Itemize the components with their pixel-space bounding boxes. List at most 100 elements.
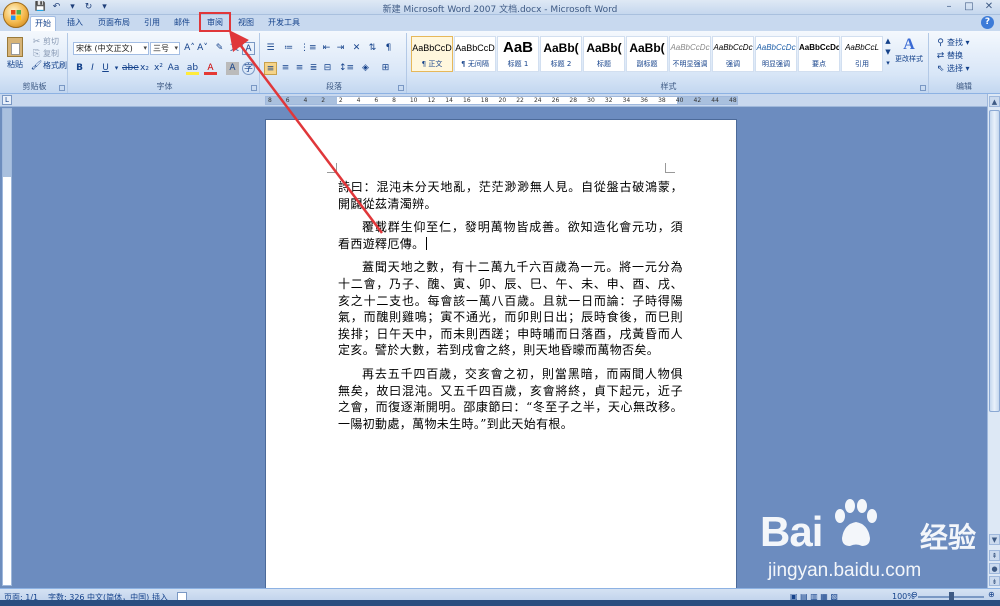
increase-indent-icon[interactable]: ⇥ — [334, 42, 347, 55]
ruler-tick-label: 16 — [463, 97, 471, 104]
editing-group-label: 编辑 — [956, 82, 972, 91]
shading-icon[interactable]: ◈ — [359, 62, 372, 75]
char-shading-icon[interactable]: A — [226, 62, 239, 75]
strikethrough-icon[interactable]: abe — [122, 62, 139, 75]
style-subtle-emphasis[interactable]: AaBbCcDc 不明显强调 — [669, 36, 711, 72]
style-title[interactable]: AaBb( 标题 — [583, 36, 625, 72]
ruler-tick-label: 40 — [675, 97, 684, 104]
tab-insert[interactable]: 插入 — [62, 16, 88, 31]
maximize-icon[interactable]: □ — [962, 1, 976, 13]
select-button[interactable]: ⇖ 选择 ▾ — [934, 63, 970, 75]
clipboard-group-label: 剪贴板 — [22, 82, 47, 91]
line-spacing-icon[interactable]: ↕≡ — [339, 62, 354, 75]
paste-button[interactable]: 粘贴 — [5, 35, 25, 71]
scroll-thumb[interactable] — [989, 110, 1000, 412]
document-page[interactable]: 詩曰：混沌未分天地亂，茫茫渺渺無人見。自從盤古破鴻蒙，開闢從茲清濁辨。 覆載群生… — [265, 119, 737, 588]
grow-font-icon[interactable]: A˄ — [183, 42, 196, 55]
font-color-icon[interactable]: A — [204, 62, 217, 75]
style-subtitle[interactable]: AaBb( 副标题 — [626, 36, 668, 72]
style-heading-2[interactable]: AaBb( 标题 2 — [540, 36, 582, 72]
office-button[interactable] — [3, 2, 29, 28]
ruler-tick-label: 44 — [711, 97, 719, 104]
tab-mailings[interactable]: 邮件 — [170, 16, 194, 31]
show-marks-icon[interactable]: ¶ — [382, 42, 395, 55]
style-emphasis[interactable]: AaBbCcDc 强调 — [712, 36, 754, 72]
bold-icon[interactable]: B — [73, 62, 86, 75]
ruler-tick-label: 8 — [268, 97, 272, 104]
close-icon[interactable]: ✕ — [982, 1, 996, 13]
scroll-down-icon[interactable]: ▼ — [989, 534, 1000, 545]
justify-icon[interactable]: ≣ — [307, 62, 320, 75]
clipboard-launcher-icon[interactable] — [59, 85, 65, 91]
chevron-down-icon: ▾ — [143, 44, 147, 52]
ruler-tick-label: 4 — [303, 97, 308, 104]
superscript-icon[interactable]: x² — [152, 62, 165, 75]
change-case-icon[interactable]: Aa — [167, 62, 180, 75]
style-quote[interactable]: AaBbCcL 引用 — [841, 36, 883, 72]
tab-home[interactable]: 开始 — [30, 16, 56, 31]
sort-icon[interactable]: ⇅ — [366, 42, 379, 55]
align-right-icon[interactable]: ≡ — [293, 62, 306, 75]
align-center-icon[interactable]: ≡ — [279, 62, 292, 75]
style-normal[interactable]: AaBbCcD ¶ 正文 — [411, 36, 453, 72]
tab-references[interactable]: 引用 — [140, 16, 164, 31]
char-border-icon[interactable]: A — [242, 42, 255, 55]
style-strong[interactable]: AaBbCcDc 要点 — [798, 36, 840, 72]
subscript-icon[interactable]: x₂ — [138, 62, 151, 75]
clear-format-icon[interactable]: ✎ — [213, 42, 226, 55]
ruler-tick-label: 12 — [427, 97, 436, 104]
style-intense-emphasis[interactable]: AaBbCcDc 明显强调 — [755, 36, 797, 72]
font-group-label: 字体 — [156, 82, 173, 91]
zoom-out-icon[interactable]: ⊖ — [911, 590, 918, 599]
distribute-icon[interactable]: ⊟ — [321, 62, 334, 75]
style-scroll-icons[interactable]: ▲ ▼ ▾ — [885, 36, 891, 69]
font-name-combo[interactable]: 宋体 (中文正文) ▾ — [73, 42, 149, 55]
ruler-tick-label: 32 — [604, 97, 613, 104]
crop-mark-top-right — [665, 163, 675, 173]
style-no-spacing[interactable]: AaBbCcD ¶ 无间隔 — [454, 36, 496, 72]
multilevel-list-icon[interactable]: ⋮≡ — [300, 42, 317, 55]
enclose-char-icon[interactable]: 字 — [242, 62, 255, 75]
scissors-icon: ✂ — [32, 37, 41, 47]
italic-icon[interactable]: I — [86, 62, 99, 75]
styles-launcher-icon[interactable] — [920, 85, 926, 91]
paragraph-launcher-icon[interactable] — [398, 85, 404, 91]
help-icon[interactable]: ? — [981, 16, 994, 29]
font-size-combo[interactable]: 三号 ▾ — [150, 42, 180, 55]
font-launcher-icon[interactable] — [251, 85, 257, 91]
previous-page-icon[interactable]: ⇞ — [989, 550, 1000, 561]
ruler-right-margin — [677, 97, 737, 104]
browse-object-icon[interactable]: ● — [989, 563, 1000, 574]
tab-page-layout[interactable]: 页面布局 — [94, 16, 134, 31]
borders-icon[interactable]: ⊞ — [379, 62, 392, 75]
tab-developer[interactable]: 开发工具 — [264, 16, 304, 31]
ruler-tick-label: 2 — [338, 97, 343, 104]
cut-button[interactable]: ✂ 剪切 — [30, 36, 59, 48]
tab-selector-icon[interactable]: L — [2, 95, 12, 105]
format-painter-button[interactable]: 🖌格式刷 — [30, 60, 67, 72]
document-body[interactable]: 詩曰：混沌未分天地亂，茫茫渺渺無人見。自從盤古破鴻蒙，開闢從茲清濁辨。 覆載群生… — [338, 179, 683, 439]
phonetic-guide-icon[interactable]: 文 — [228, 42, 241, 55]
bullets-icon[interactable]: ☰ — [264, 42, 277, 55]
horizontal-ruler[interactable]: 8 6 4 2 2 4 6 8 10 12 14 16 18 20 22 24 26 28 30 32 34 36 38 40… — [265, 96, 738, 105]
align-left-icon[interactable]: ≡ — [264, 62, 277, 75]
scroll-up-icon[interactable]: ▲ — [989, 96, 1000, 107]
decrease-indent-icon[interactable]: ⇤ — [320, 42, 333, 55]
ruler-tick-label: 42 — [693, 97, 702, 104]
vertical-ruler[interactable] — [2, 108, 12, 586]
shrink-font-icon[interactable]: A˅ — [196, 42, 209, 55]
zoom-in-icon[interactable]: ⊕ — [988, 590, 995, 599]
tab-view[interactable]: 视图 — [234, 16, 258, 31]
highlight-icon[interactable]: ab — [186, 62, 199, 75]
watermark-cn: 经验 — [920, 521, 977, 554]
copy-button[interactable]: ⎘ 复制 — [30, 48, 59, 60]
chinese-layout-icon[interactable]: ✕ — [350, 42, 363, 55]
minimize-icon[interactable]: – — [942, 1, 956, 13]
ruler-tick-label: 26 — [551, 97, 560, 104]
numbering-icon[interactable]: ≔ — [282, 42, 295, 55]
replace-button[interactable]: ⇄ 替换 — [934, 50, 963, 62]
next-page-icon[interactable]: ⇟ — [989, 576, 1000, 586]
style-heading-1[interactable]: AaB 标题 1 — [497, 36, 539, 72]
find-button[interactable]: ⚲ 查找 ▾ — [934, 37, 969, 49]
change-styles-button[interactable]: A 更改样式 — [893, 36, 925, 64]
